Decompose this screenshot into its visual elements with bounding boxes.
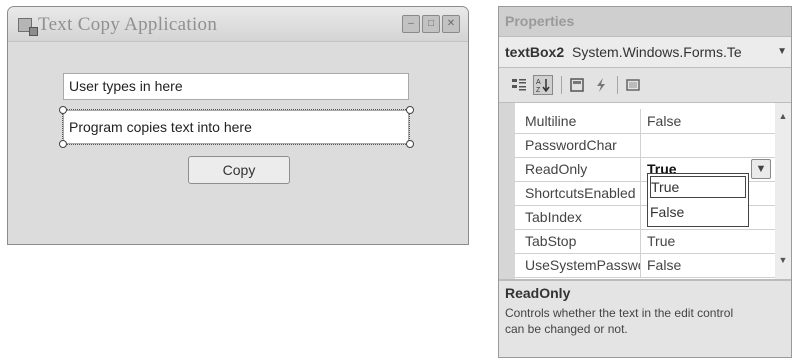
- property-pages-icon[interactable]: [623, 75, 643, 95]
- dropdown-option-false[interactable]: False: [648, 200, 748, 224]
- property-row[interactable]: UseSystemPasswo False: [515, 253, 775, 278]
- property-row[interactable]: PasswordChar: [515, 133, 775, 158]
- chevron-up-icon[interactable]: ▲: [776, 109, 790, 123]
- dropdown-option-true[interactable]: True: [650, 176, 746, 198]
- toolbar-separator: [561, 76, 562, 94]
- properties-toolbar: AZ: [499, 68, 791, 103]
- textbox1[interactable]: User types in here: [63, 73, 409, 100]
- form-client-area: User types in here Program copies text i…: [8, 42, 468, 244]
- property-name: ShortcutsEnabled: [515, 181, 641, 205]
- property-name: TabStop: [515, 229, 641, 253]
- svg-text:A: A: [536, 79, 541, 86]
- property-name: PasswordChar: [515, 133, 641, 157]
- property-row[interactable]: TabStop True: [515, 229, 775, 254]
- properties-panel: Properties textBox2 System.Windows.Forms…: [498, 6, 792, 358]
- property-name: Multiline: [515, 109, 641, 133]
- property-value[interactable]: False: [643, 109, 775, 133]
- form-title: Text Copy Application: [38, 14, 218, 35]
- textbox2[interactable]: Program copies text into here: [63, 110, 409, 144]
- property-name: ReadOnly: [515, 157, 641, 181]
- object-type: System.Windows.Forms.Te: [572, 44, 742, 60]
- property-description: ReadOnly Controls whether the text in th…: [499, 279, 791, 357]
- alphabetical-icon[interactable]: AZ: [533, 75, 553, 95]
- resize-handle-top-right[interactable]: [406, 106, 414, 114]
- svg-text:Z: Z: [536, 87, 541, 93]
- property-name: TabIndex: [515, 205, 641, 229]
- resize-handle-top-left[interactable]: [59, 106, 67, 114]
- chevron-down-icon[interactable]: ▼: [751, 159, 771, 179]
- close-icon[interactable]: ✕: [442, 15, 460, 33]
- readonly-dropdown-list: True False: [647, 173, 749, 227]
- chevron-down-icon[interactable]: ▼: [777, 37, 787, 67]
- minimize-icon[interactable]: –: [402, 15, 420, 33]
- object-selector[interactable]: textBox2 System.Windows.Forms.Te ▼: [499, 36, 791, 68]
- window-controls: – □ ✕: [402, 15, 460, 33]
- toolbar-separator: [617, 76, 618, 94]
- events-icon[interactable]: [591, 75, 611, 95]
- properties-icon[interactable]: [567, 75, 587, 95]
- property-row[interactable]: Multiline False: [515, 109, 775, 134]
- resize-handle-bottom-left[interactable]: [59, 140, 67, 148]
- form-app-icon: [18, 18, 38, 36]
- maximize-icon[interactable]: □: [422, 15, 440, 33]
- grid-gutter: [499, 103, 515, 279]
- description-text: Controls whether the text in the edit co…: [505, 306, 734, 336]
- property-value[interactable]: [643, 133, 775, 157]
- form-title-bar[interactable]: Text Copy Application – □ ✕: [8, 7, 468, 42]
- copy-button[interactable]: Copy: [188, 156, 290, 184]
- resize-handle-bottom-right[interactable]: [406, 140, 414, 148]
- property-name: UseSystemPasswo: [515, 253, 641, 277]
- properties-title: Properties: [499, 7, 791, 36]
- property-grid-scrollbar[interactable]: ▲ ▼: [775, 103, 791, 279]
- description-title: ReadOnly: [505, 285, 571, 301]
- property-value[interactable]: False: [643, 253, 775, 277]
- object-name: textBox2: [505, 44, 565, 60]
- form-designer-window: Text Copy Application – □ ✕ User types i…: [7, 6, 469, 245]
- categorized-icon[interactable]: [509, 75, 529, 95]
- property-value[interactable]: True: [643, 229, 775, 253]
- chevron-down-icon[interactable]: ▼: [776, 253, 790, 267]
